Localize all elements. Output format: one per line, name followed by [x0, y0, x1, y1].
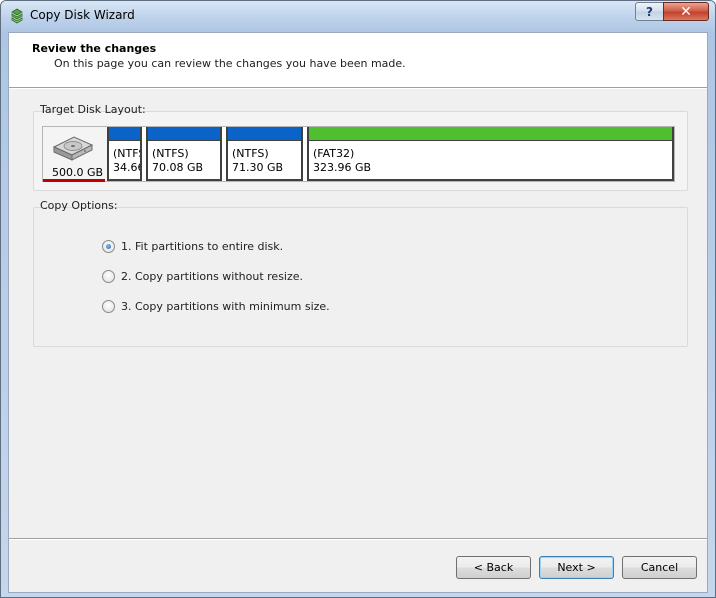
partition-filesystem: (FAT32) — [313, 147, 355, 160]
option-fit-entire-disk[interactable]: 1. Fit partitions to entire disk. — [102, 238, 283, 254]
page-description: On this page you can review the changes … — [54, 57, 406, 70]
radio-button[interactable] — [102, 299, 115, 313]
footer-divider-highlight — [9, 539, 707, 540]
wizard-client-area: Review the changes On this page you can … — [8, 32, 708, 593]
option-label[interactable]: 1. Fit partitions to entire disk. — [121, 240, 283, 253]
option-copy-without-resize[interactable]: 2. Copy partitions without resize. — [102, 268, 303, 284]
partition-usage-bar — [148, 127, 220, 141]
option-label[interactable]: 3. Copy partitions with minimum size. — [121, 300, 330, 313]
partition-3[interactable]: (NTFS) 71.30 GB — [226, 127, 303, 181]
radio-button[interactable] — [102, 269, 115, 283]
app-icon — [11, 8, 23, 24]
cancel-button[interactable]: Cancel — [622, 556, 697, 579]
header-divider-highlight — [9, 88, 707, 89]
next-button[interactable]: Next > — [539, 556, 614, 579]
window-title: Copy Disk Wizard — [30, 8, 135, 22]
partition-size: 70.08 GB — [152, 161, 204, 174]
partition-usage-bar — [309, 127, 672, 141]
partition-2[interactable]: (NTFS) 70.08 GB — [146, 127, 222, 181]
option-copy-minimum-size[interactable]: 3. Copy partitions with minimum size. — [102, 298, 330, 314]
disk-map: 500.0 GB (NTFS 34.66 (NTFS) 70.08 GB (NT… — [42, 126, 675, 182]
partition-4[interactable]: (FAT32) 323.96 GB — [307, 127, 674, 181]
selected-disk-underline — [43, 179, 105, 182]
back-button[interactable]: < Back — [456, 556, 531, 579]
partition-usage-bar — [228, 127, 301, 141]
partition-filesystem: (NTFS) — [152, 147, 189, 160]
target-disk-layout-label: Target Disk Layout: — [40, 103, 146, 116]
close-icon: ✕ — [680, 3, 692, 20]
help-button[interactable]: ? — [635, 2, 664, 21]
partition-filesystem: (NTFS — [113, 147, 140, 160]
page-title: Review the changes — [32, 42, 157, 55]
hard-disk-icon — [52, 136, 94, 161]
partition-usage-bar — [109, 127, 140, 141]
disk-cell[interactable]: 500.0 GB — [43, 127, 107, 182]
partition-size: 323.96 GB — [313, 161, 372, 174]
option-label[interactable]: 2. Copy partitions without resize. — [121, 270, 303, 283]
wizard-header: Review the changes On this page you can … — [9, 33, 707, 87]
partition-size: 71.30 GB — [232, 161, 284, 174]
close-button[interactable]: ✕ — [663, 2, 709, 21]
title-bar[interactable]: Copy Disk Wizard ? ✕ — [1, 1, 715, 31]
radio-button-checked[interactable] — [102, 239, 115, 253]
partition-size: 34.66 — [113, 161, 142, 174]
partition-filesystem: (NTFS) — [232, 147, 269, 160]
disk-size-label: 500.0 GB — [52, 166, 104, 179]
wizard-window: Copy Disk Wizard ? ✕ Review the changes … — [0, 0, 716, 598]
copy-options-label: Copy Options: — [40, 199, 118, 212]
partition-1[interactable]: (NTFS 34.66 — [107, 127, 142, 181]
help-icon: ? — [646, 4, 653, 19]
